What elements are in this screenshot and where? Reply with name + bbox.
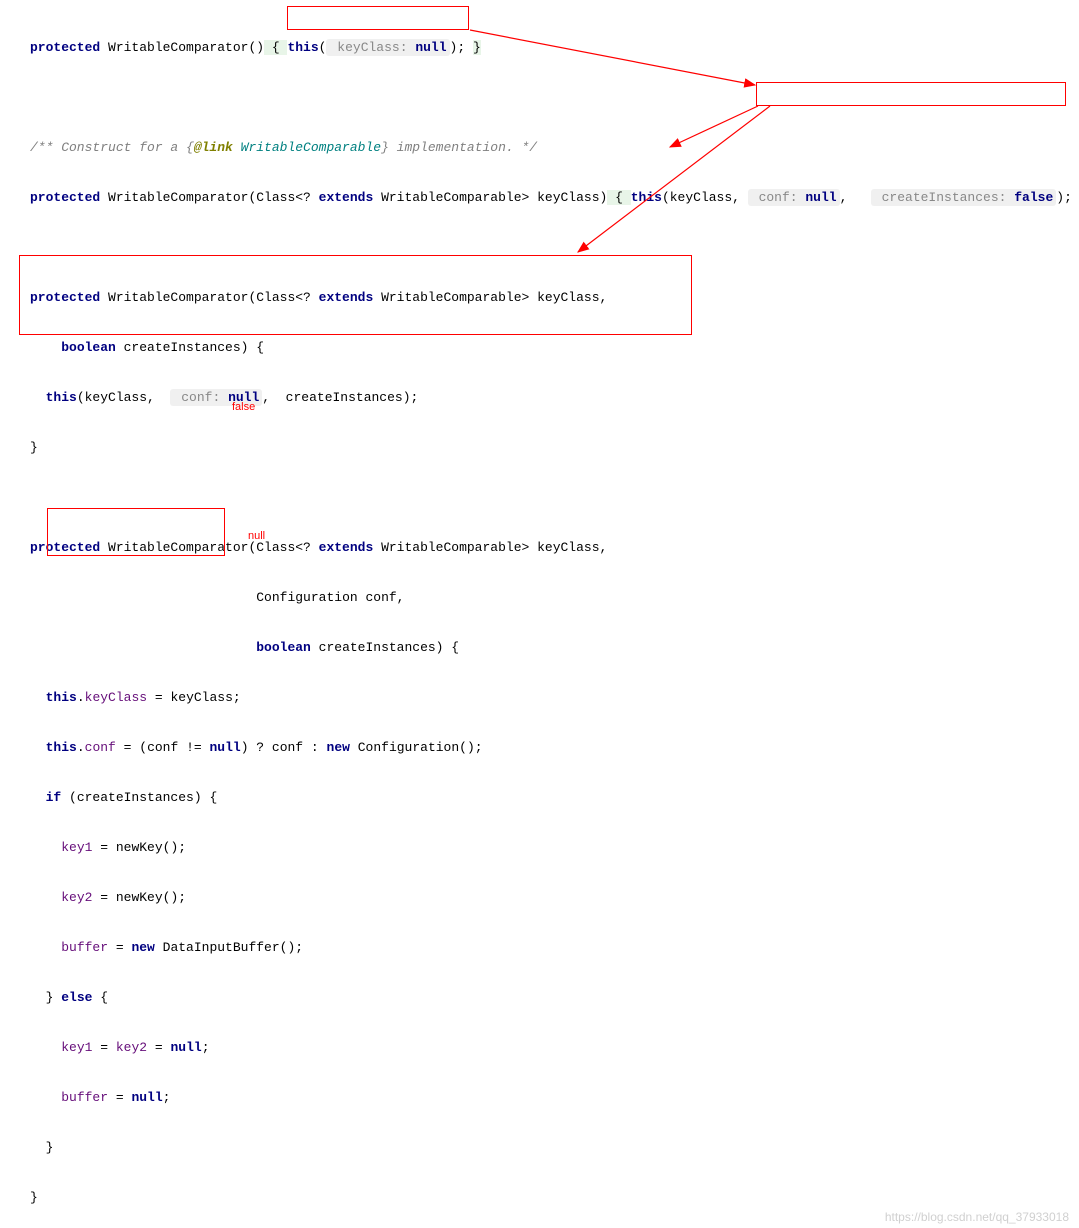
code-line: buffer = new DataInputBuffer(); bbox=[30, 935, 1079, 960]
code-line: Configuration conf, bbox=[30, 585, 1079, 610]
code-line: } bbox=[30, 435, 1079, 460]
code-line: buffer = null; bbox=[30, 1085, 1079, 1110]
code-line: /** Construct for a {@link WritableCompa… bbox=[30, 135, 1079, 160]
code-line: protected WritableComparator() { this( k… bbox=[30, 35, 1079, 60]
code-line: } bbox=[30, 1135, 1079, 1160]
param-hint: keyClass: null bbox=[326, 39, 449, 56]
blank-line bbox=[30, 485, 1079, 510]
code-line: this.conf = (conf != null) ? conf : new … bbox=[30, 735, 1079, 760]
code-line: protected WritableComparator(Class<? ext… bbox=[30, 535, 1079, 560]
param-hint: createInstances: false bbox=[871, 189, 1056, 206]
code-line: key1 = key2 = null; bbox=[30, 1035, 1079, 1060]
code-line: key1 = newKey(); bbox=[30, 835, 1079, 860]
code-line: boolean createInstances) { bbox=[30, 635, 1079, 660]
code-line: this.keyClass = keyClass; bbox=[30, 685, 1079, 710]
code-line: boolean createInstances) { bbox=[30, 335, 1079, 360]
code-line: key2 = newKey(); bbox=[30, 885, 1079, 910]
annotation-label-false: false bbox=[232, 395, 255, 420]
code-line: if (createInstances) { bbox=[30, 785, 1079, 810]
watermark: https://blog.csdn.net/qq_37933018 bbox=[885, 1205, 1069, 1228]
param-hint: conf: null bbox=[748, 189, 840, 206]
annotation-label-null: null bbox=[248, 524, 265, 549]
code-line: protected WritableComparator(Class<? ext… bbox=[30, 285, 1079, 310]
code-line: this(keyClass, conf: null, createInstanc… bbox=[30, 385, 1079, 410]
code-line: protected WritableComparator(Class<? ext… bbox=[30, 185, 1079, 210]
code-editor: protected WritableComparator() { this( k… bbox=[0, 10, 1079, 1228]
blank-line bbox=[30, 235, 1079, 260]
blank-line bbox=[30, 85, 1079, 110]
code-line: } else { bbox=[30, 985, 1079, 1010]
